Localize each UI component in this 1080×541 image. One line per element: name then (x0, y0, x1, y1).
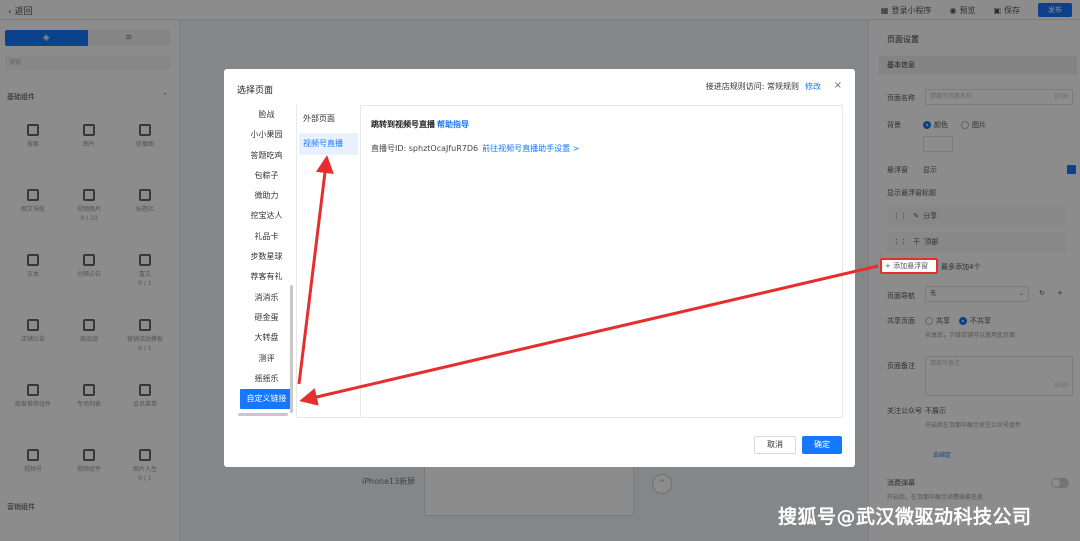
category-item[interactable]: 大转盘 (236, 328, 297, 348)
category-item[interactable]: 测评 (236, 349, 297, 369)
plus-icon: + (885, 262, 894, 270)
category-item[interactable]: 礼品卡 (236, 227, 297, 247)
category-item[interactable]: 包粽子 (236, 166, 297, 186)
category-scrollbar[interactable] (290, 285, 293, 413)
help-link[interactable]: 帮助指导 (437, 120, 469, 129)
close-icon[interactable]: × (834, 80, 842, 91)
category-item[interactable]: 摇摇乐 (236, 369, 297, 389)
page-detail-panel: 跳转到视频号直播 帮助指导 直播号ID: sphztOcaJfuR7D6 前往视频号… (361, 105, 843, 418)
category-item[interactable]: 小小果园 (236, 125, 297, 145)
access-rule: 接进店规则访问: 常规规则 修改 (705, 82, 821, 91)
category-item[interactable]: 脸战 (236, 105, 297, 125)
category-item[interactable]: 挖宝达人 (236, 206, 297, 226)
dialog-title: 选择页面 (237, 86, 274, 96)
category-item[interactable]: 微助力 (236, 186, 297, 206)
subtype-item[interactable]: 外部页面 (297, 108, 360, 130)
category-item[interactable]: 砸金蛋 (236, 308, 297, 328)
subtype-item-active[interactable]: 视频号直播 (299, 133, 358, 155)
live-assistant-link[interactable]: 前往视频号直播助手设置 > (482, 144, 579, 153)
cancel-button[interactable]: 取消 (754, 436, 796, 454)
confirm-button[interactable]: 确定 (802, 436, 842, 454)
category-hscrollbar[interactable] (238, 413, 288, 416)
live-id-row: 直播号ID: sphztOcaJfuR7D6 前往视频号直播助手设置 > (371, 144, 580, 153)
detail-heading: 跳转到视频号直播 帮助指导 (371, 120, 469, 129)
page-category-list: 脸战 小小果园 答题吃鸡 包粽子 微助力 挖宝达人 礼品卡 步数星球 荐客有礼 消消乐 砸金蛋 大转盘… (236, 105, 297, 418)
select-page-dialog: 选择页面 接进店规则访问: 常规规则 修改 × 脸战 小小果园 答题吃鸡 包粽子 微助力挖… (224, 69, 855, 467)
watermark: 搜狐号@武汉微驱动科技公司 (778, 506, 1032, 528)
add-float-button[interactable]: + 添加悬浮窗 (880, 258, 938, 274)
category-item[interactable]: 答题吃鸡 (236, 146, 297, 166)
category-item[interactable]: 荐客有礼 (236, 267, 297, 287)
edit-rule-link[interactable]: 修改 (805, 82, 821, 91)
page-subtype-list: 外部页面 视频号直播 (296, 105, 361, 418)
category-item-active[interactable]: 自定义链接 (240, 389, 293, 410)
category-item[interactable]: 步数星球 (236, 247, 297, 267)
category-item[interactable]: 消消乐 (236, 288, 297, 308)
